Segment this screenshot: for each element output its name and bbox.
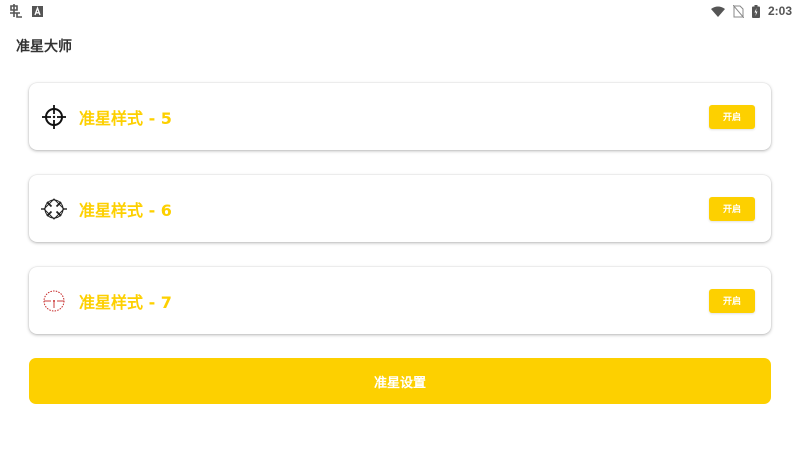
a-letter-notification-icon (32, 5, 43, 17)
crosshair-label: 准星样式 - 7 (79, 292, 172, 312)
status-bar: 2:03 (0, 0, 800, 22)
crosshair-red-dot-icon (41, 288, 67, 314)
status-bar-right: 2:03 (710, 4, 792, 18)
crosshair-label: 准星样式 - 6 (79, 200, 172, 220)
status-time: 2:03 (767, 4, 792, 18)
crosshair-card-7[interactable]: 准星样式 - 7 开启 (29, 267, 771, 334)
no-sim-icon (732, 4, 744, 18)
crosshair-settings-button[interactable]: 准星设置 (29, 358, 771, 404)
battery-icon (751, 4, 760, 18)
enable-button[interactable]: 开启 (709, 196, 755, 221)
app-notification-icon (8, 4, 24, 18)
crosshair-diamond-icon (41, 196, 67, 222)
crosshair-circle-icon (41, 104, 67, 130)
app-title: 准星大师 (16, 39, 72, 55)
enable-button[interactable]: 开启 (709, 288, 755, 313)
crosshair-card-5[interactable]: 准星样式 - 5 开启 (29, 83, 771, 150)
status-bar-left (8, 4, 43, 18)
wifi-icon (710, 6, 725, 17)
enable-button[interactable]: 开启 (709, 104, 755, 129)
crosshair-card-6[interactable]: 准星样式 - 6 开启 (29, 175, 771, 242)
crosshair-label: 准星样式 - 5 (79, 108, 172, 128)
